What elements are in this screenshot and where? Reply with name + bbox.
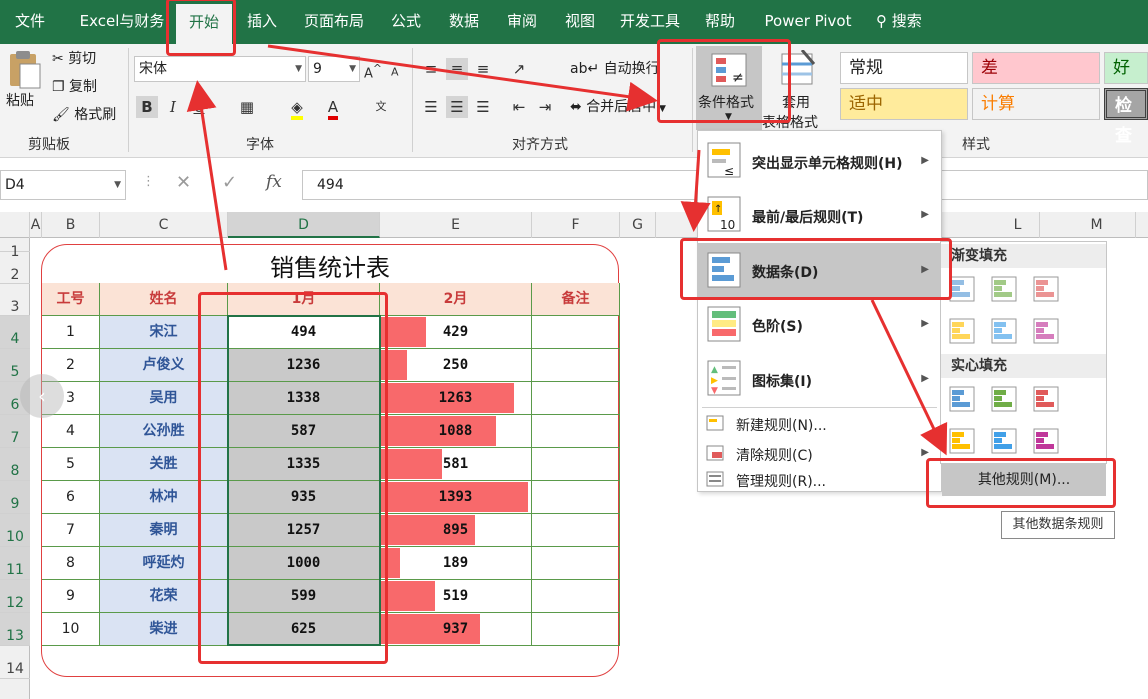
arrow-data-bars-to-more-rules bbox=[870, 299, 948, 456]
annotation-arrows bbox=[186, 44, 948, 456]
arrow-cond-format-to-data-bars bbox=[680, 149, 711, 232]
arrow-home-to-cond-format bbox=[267, 44, 658, 112]
arrow-column-to-home bbox=[186, 80, 228, 271]
